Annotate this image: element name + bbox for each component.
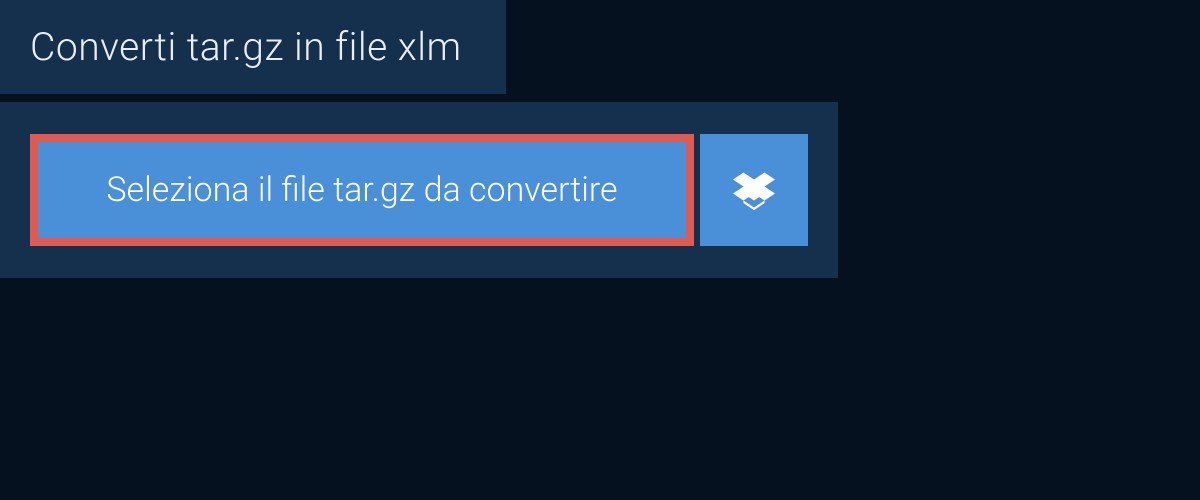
upload-panel: Seleziona il file tar.gz da convertire [0,102,838,278]
dropbox-button[interactable] [700,134,808,246]
select-file-label: Seleziona il file tar.gz da convertire [106,170,617,210]
select-file-button[interactable]: Seleziona il file tar.gz da convertire [30,134,694,246]
page-title: Converti tar.gz in file xlm [30,24,462,70]
dropbox-icon [733,169,775,211]
tab-header: Converti tar.gz in file xlm [0,0,506,94]
